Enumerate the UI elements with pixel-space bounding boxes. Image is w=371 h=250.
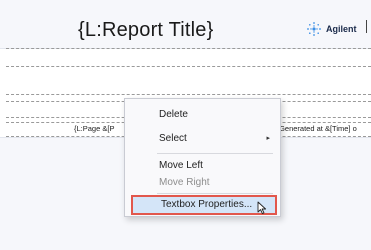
context-menu: Delete Select ▸ Move Left Move Right Tex… (124, 98, 281, 217)
menu-item-move-right: Move Right (125, 173, 280, 193)
menu-item-label: Textbox Properties... (161, 199, 253, 210)
menu-item-label: Delete (159, 109, 188, 120)
submenu-arrow-icon: ▸ (266, 135, 270, 142)
menu-item-delete[interactable]: Delete (125, 105, 280, 125)
footer-generated-textbox[interactable]: :Generated at &[Time] o (277, 124, 357, 133)
footer-page-textbox[interactable]: {L:Page &[P (74, 124, 114, 133)
menu-item-label: Move Right (159, 177, 210, 188)
agilent-spark-icon (306, 21, 322, 37)
menu-item-select[interactable]: Select ▸ (125, 129, 280, 149)
menu-separator (157, 193, 273, 194)
menu-separator (157, 153, 273, 154)
menu-item-label: Select (159, 133, 187, 144)
logo-divider (366, 20, 367, 33)
band-divider (6, 94, 371, 95)
report-title-textbox[interactable]: {L:Report Title} (78, 19, 214, 42)
band-divider (6, 66, 371, 67)
company-logo[interactable]: Agilent (306, 21, 357, 37)
band-divider (6, 48, 371, 49)
menu-item-label: Move Left (159, 160, 203, 171)
logo-text: Agilent (326, 24, 357, 34)
menu-item-textbox-properties[interactable]: Textbox Properties... (131, 195, 277, 215)
mouse-pointer-icon (257, 201, 268, 220)
report-designer-canvas: {L:Report Title} Agilent {L:Page &[P:Ge… (0, 0, 371, 250)
